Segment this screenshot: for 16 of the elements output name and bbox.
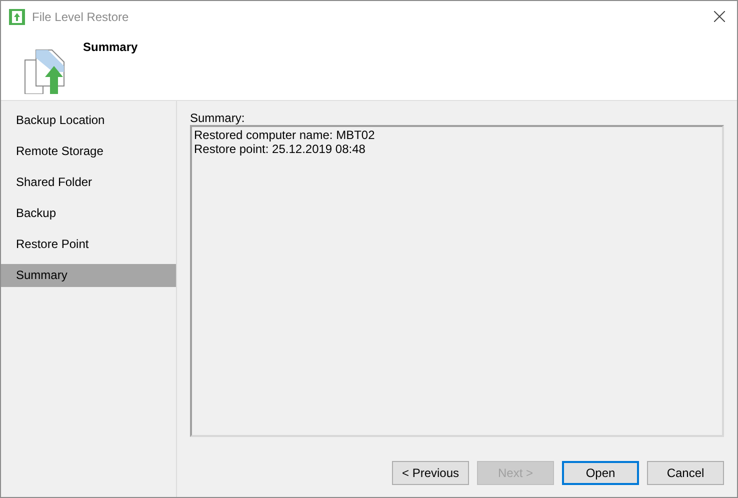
wizard-step[interactable]: Shared Folder: [1, 171, 176, 194]
window-title: File Level Restore: [32, 8, 129, 26]
wizard-button[interactable]: Cancel: [647, 461, 724, 485]
summary-line: Restored computer name: MBT02: [194, 128, 376, 142]
wizard-step[interactable]: Restore Point: [1, 233, 176, 256]
wizard-step[interactable]: Remote Storage: [1, 140, 176, 163]
wizard-button[interactable]: < Previous: [392, 461, 469, 485]
summary-line: Restore point: 25.12.2019 08:48: [194, 142, 366, 156]
close-icon[interactable]: [714, 11, 725, 22]
wizard-step[interactable]: Summary: [1, 264, 176, 287]
wizard-button[interactable]: Open: [562, 461, 639, 485]
page-title: Summary: [83, 39, 138, 56]
wizard-step[interactable]: Backup: [1, 202, 176, 225]
wizard-step[interactable]: Backup Location: [1, 109, 176, 132]
app-icon: [9, 8, 25, 24]
summary-label: Summary:: [190, 111, 246, 125]
